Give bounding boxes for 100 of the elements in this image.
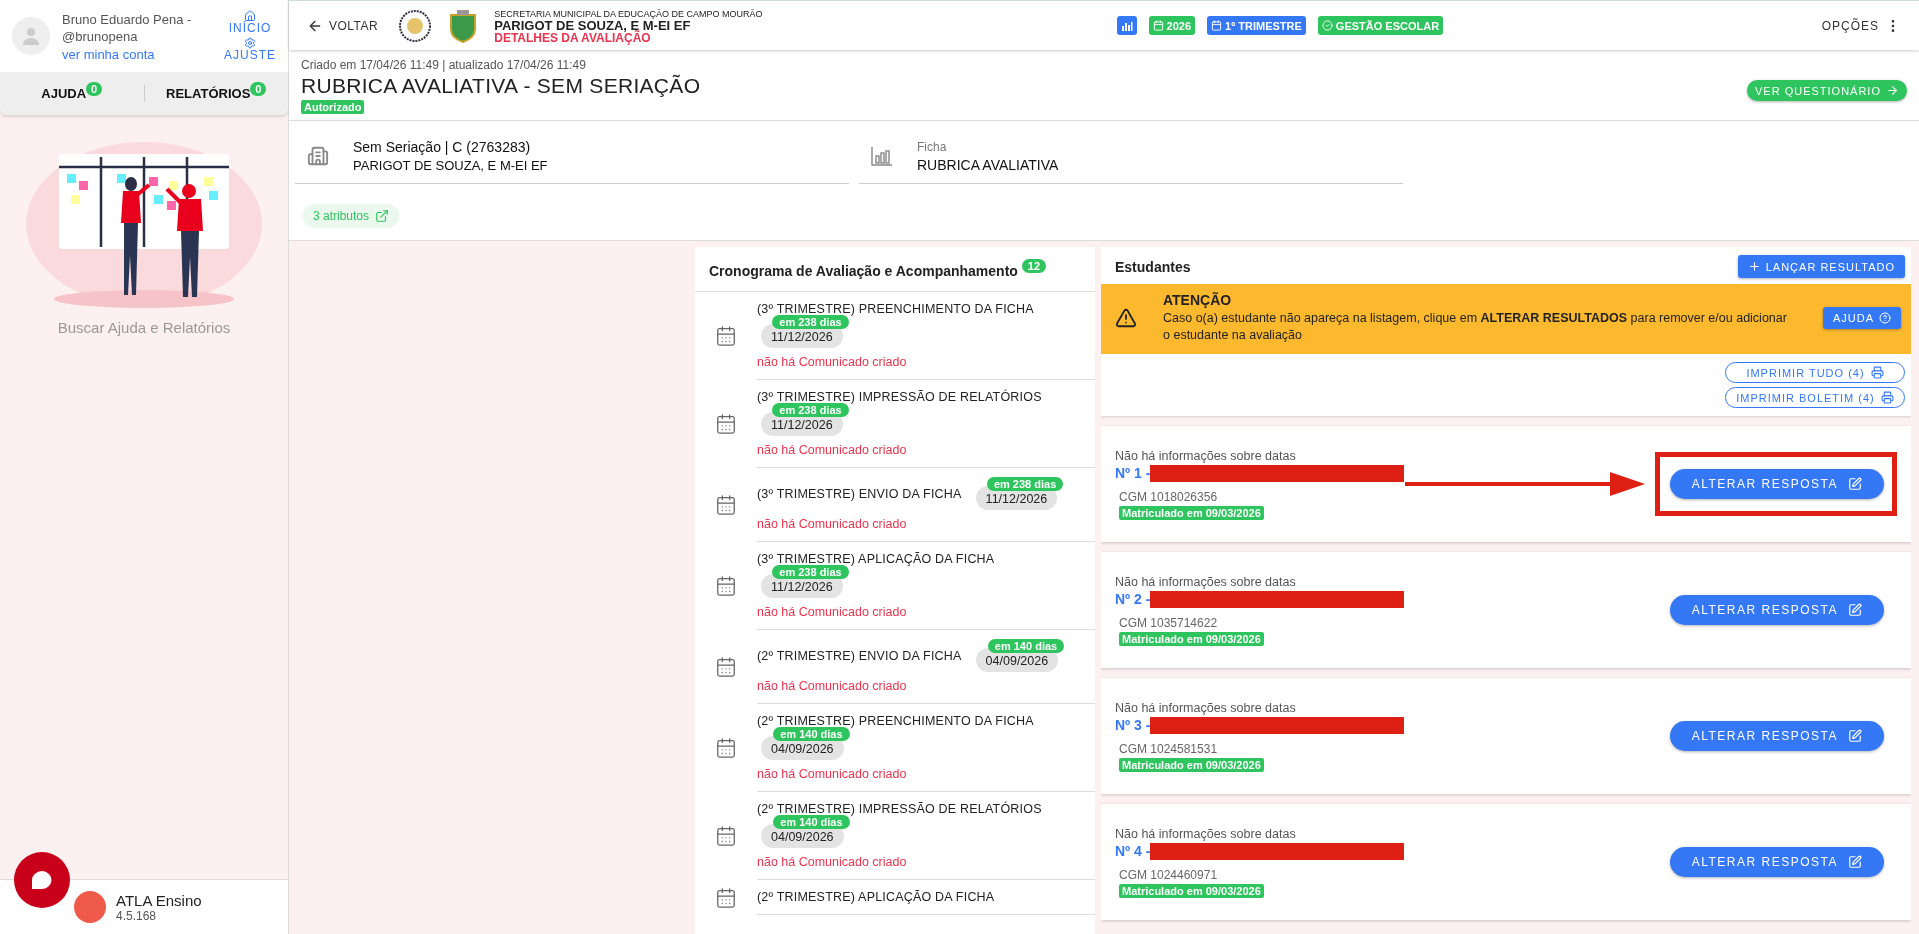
context-chip: 2026 (1148, 16, 1196, 35)
calendar-icon (715, 825, 737, 847)
schedule-item-title: (2º TRIMESTRE) PREENCHIMENTO DA FICHA (757, 714, 1034, 728)
calendar-icon (715, 656, 737, 678)
schedule-item-title: (2º TRIMESTRE) APLICAÇÃO DA FICHA (757, 890, 995, 904)
add-result-button[interactable]: LANÇAR RESULTADO (1737, 255, 1905, 278)
calendar-icon (715, 413, 737, 435)
count-badge: 0 (250, 81, 267, 96)
attributes-chip[interactable]: 3 atributos (303, 204, 400, 228)
print-button[interactable]: IMPRIMIR BOLETIM (4) (1725, 387, 1905, 408)
warning-text: Caso o(a) estudante não apareça na listagem, clique em ALTERAR RESULTADOS para remover e/ou adicionar o estudante na avaliação (1163, 310, 1788, 344)
avatar (12, 17, 50, 55)
calendar-icon (715, 494, 737, 516)
students-title: Estudantes (1115, 258, 1191, 275)
info-value: Sem Seriação | C (2763283) (353, 139, 532, 155)
app-version: 4.5.168 (116, 908, 158, 923)
notice-text: não há Comunicado criado (757, 443, 908, 457)
app-name: ATLA Ensino (116, 891, 202, 909)
print-button[interactable]: IMPRIMIR TUDO (4) (1725, 362, 1905, 383)
due-badge: em 238 dias (986, 477, 1064, 491)
edit-answer-button[interactable]: ALTERAR RESPOSTA (1669, 469, 1884, 499)
edit-answer-button[interactable]: ALTERAR RESPOSTA (1669, 847, 1884, 877)
edit-answer-button[interactable]: ALTERAR RESPOSTA (1669, 721, 1884, 751)
calendar-icon (715, 886, 737, 909)
printer-icon (1870, 366, 1884, 379)
settings-icon (244, 37, 256, 49)
help-icon (1879, 312, 1891, 324)
edit-icon (1848, 729, 1862, 743)
dates-text: Não há informações sobre datas (1115, 448, 1297, 463)
enrollment-badge: Matriculado em 09/03/2026 (1119, 757, 1264, 772)
schedule-item-title: (3º TRIMESTRE) APLICAÇÃO DA FICHA (757, 552, 995, 566)
home-icon (244, 10, 256, 22)
edit-icon (1848, 855, 1862, 869)
arrow-right-icon (1886, 84, 1899, 97)
count-badge: 12 (1021, 259, 1047, 273)
view-questionnaire-button[interactable]: VER QUESTIONÁRIO (1746, 80, 1907, 101)
schedule-item-title: (2º TRIMESTRE) IMPRESSÃO DE RELATÓRIOS (757, 802, 1042, 816)
options-button[interactable]: OPÇÕES (1815, 16, 1907, 35)
due-badge: em 140 dias (987, 639, 1065, 653)
account-link[interactable]: ver minha conta (62, 46, 212, 62)
warning-icon (1115, 307, 1137, 329)
plus-icon (1747, 260, 1761, 273)
cgm-text: CGM 1024581531 (1119, 741, 1219, 756)
warning-title: ATENÇÃO (1163, 292, 1233, 308)
schedule-item-title: (3º TRIMESTRE) IMPRESSÃO DE RELATÓRIOS (757, 390, 1042, 404)
calendar-icon (1152, 20, 1164, 31)
printer-icon (1880, 391, 1894, 404)
context-chip: GESTÃO ESCOLAR (1317, 16, 1444, 35)
calendar-icon (715, 575, 737, 597)
page-title: DETALHES DA AVALIAÇÃO (494, 31, 652, 44)
empty-message: Buscar Ajuda e Relatórios (57, 319, 231, 336)
evaluation-title: RUBRICA AVALIATIVA - SEM SERIAÇÃO (301, 74, 702, 98)
student-number: Nº 4 - (1115, 843, 1151, 859)
count-badge: 0 (86, 81, 103, 96)
due-badge: em 140 dias (773, 815, 850, 829)
dates-text: Não há informações sobre datas (1115, 574, 1297, 589)
cgm-text: CGM 1018026356 (1119, 489, 1219, 504)
calendar-icon (715, 325, 737, 347)
enrollment-badge: Matriculado em 09/03/2026 (1119, 505, 1264, 520)
cgm-text: CGM 1024460971 (1119, 867, 1219, 882)
schedule-item-title: (2º TRIMESTRE) ENVIO DA FICHA (757, 649, 962, 663)
chat-bubble-icon (31, 870, 53, 890)
org-name: SECRETARIA MUNICIPAL DA EDUCAÇÃO DE CAMPO MOURÃO (494, 7, 763, 20)
calendar-icon (1211, 20, 1223, 31)
due-badge: em 238 dias (772, 565, 849, 579)
edit-answer-button[interactable]: ALTERAR RESPOSTA (1669, 595, 1884, 625)
enrollment-badge: Matriculado em 09/03/2026 (1119, 631, 1264, 646)
schedule-item-title: (3º TRIMESTRE) ENVIO DA FICHA (757, 487, 962, 501)
dates-text: Não há informações sobre datas (1115, 826, 1297, 841)
bar-chart-icon (1120, 19, 1133, 32)
help-button[interactable]: AJUDA (1822, 307, 1901, 329)
student-number: Nº 3 - (1115, 717, 1151, 733)
info-label: Ficha (917, 139, 948, 154)
external-link-icon (375, 209, 390, 223)
due-badge: em 140 dias (773, 727, 850, 741)
schedule-title: Cronograma de Avaliação e Acompanhamento (709, 263, 1018, 279)
schedule-item-title: (3º TRIMESTRE) PREENCHIMENTO DA FICHA (757, 302, 1034, 316)
sidebar-tab[interactable]: RELATÓRIOS 0 (143, 85, 288, 102)
bar-chart-icon (871, 146, 893, 166)
chat-button[interactable] (14, 852, 70, 908)
building-icon (307, 145, 329, 167)
due-badge: em 238 dias (772, 315, 849, 329)
emblem-icon (398, 8, 433, 43)
calendar-icon (715, 737, 737, 759)
notice-text: não há Comunicado criado (757, 767, 908, 781)
notice-text: não há Comunicado criado (757, 355, 908, 369)
nav-link[interactable]: AJUSTE (224, 37, 276, 62)
edit-icon (1848, 603, 1862, 617)
check-circle-icon (1321, 20, 1333, 31)
back-button[interactable]: VOLTAR (301, 16, 385, 35)
notice-text: não há Comunicado criado (757, 855, 908, 869)
info-detail: PARIGOT DE SOUZA, E M-EI EF (353, 158, 548, 173)
context-chip: 1º TRIMESTRE (1207, 16, 1306, 35)
nav-link[interactable]: INÍCIO (228, 10, 272, 35)
info-value: RUBRICA AVALIATIVA (917, 156, 1059, 173)
notice-text: não há Comunicado criado (757, 605, 908, 619)
dates-text: Não há informações sobre datas (1115, 700, 1297, 715)
notice-text: não há Comunicado criado (757, 679, 908, 693)
enrollment-badge: Matriculado em 09/03/2026 (1119, 883, 1264, 898)
cgm-text: CGM 1035714622 (1119, 615, 1219, 630)
